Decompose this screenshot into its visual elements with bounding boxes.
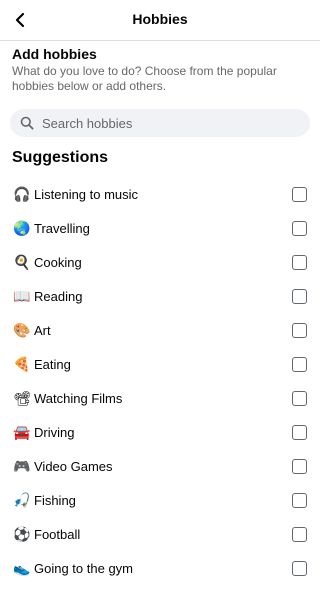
hobby-label: Art <box>34 322 51 338</box>
hobby-checkbox[interactable] <box>292 390 307 406</box>
hobby-label: Driving <box>34 424 75 440</box>
fishing-pole-icon: 🎣 <box>13 492 31 508</box>
hobby-item-travelling[interactable]: 🌏 Travelling <box>0 211 320 245</box>
hobby-item-video-games[interactable]: 🎮 Video Games <box>0 449 320 483</box>
hobby-label: Travelling <box>34 220 90 236</box>
film-projector-icon: 📽 <box>13 390 31 406</box>
hobby-item-football[interactable]: ⚽ Football <box>0 517 320 551</box>
hobby-checkbox[interactable] <box>292 424 307 440</box>
hobby-label: Cooking <box>34 254 82 270</box>
globe-icon: 🌏 <box>13 220 31 236</box>
hobby-item-listening-to-music[interactable]: 🎧 Listening to music <box>0 177 320 211</box>
hobby-checkbox[interactable] <box>292 356 307 372</box>
top-bar: Hobbies <box>0 0 320 41</box>
hobby-item-cooking[interactable]: 🍳 Cooking <box>0 245 320 279</box>
intro-subtitle: What do you love to do? Choose from the … <box>12 64 277 93</box>
hobby-item-eating[interactable]: 🍕 Eating <box>0 347 320 381</box>
hobby-label: Eating <box>34 356 71 372</box>
hobby-item-fishing[interactable]: 🎣 Fishing <box>0 483 320 517</box>
hobby-checkbox[interactable] <box>292 458 307 474</box>
frying-pan-icon: 🍳 <box>13 254 31 270</box>
hobby-item-art[interactable]: 🎨 Art <box>0 313 320 347</box>
hobby-checkbox[interactable] <box>292 492 307 508</box>
hobby-checkbox[interactable] <box>292 254 307 270</box>
hobby-checkbox[interactable] <box>292 288 307 304</box>
open-book-icon: 📖 <box>13 288 31 304</box>
pizza-icon: 🍕 <box>13 356 31 372</box>
hobby-label: Listening to music <box>34 186 139 202</box>
intro-title: Add hobbies <box>12 46 97 62</box>
hobby-item-driving[interactable]: 🚘 Driving <box>0 415 320 449</box>
search-bar[interactable] <box>10 109 310 137</box>
suggestions-list: 🎧 Listening to music 🌏 Travelling 🍳 Cook… <box>0 177 320 585</box>
search-input[interactable] <box>42 115 292 131</box>
palette-icon: 🎨 <box>13 322 31 338</box>
hobby-label: Watching Films <box>34 390 123 406</box>
hobby-label: Going to the gym <box>34 560 133 576</box>
hobby-checkbox[interactable] <box>292 560 307 576</box>
hobby-checkbox[interactable] <box>292 322 307 338</box>
intro-section: Add hobbies What do you love to do? Choo… <box>12 46 308 94</box>
hobby-item-reading[interactable]: 📖 Reading <box>0 279 320 313</box>
hobby-label: Fishing <box>34 492 76 508</box>
hobby-label: Video Games <box>34 458 113 474</box>
page-title: Hobbies <box>132 11 188 27</box>
hobby-item-watching-films[interactable]: 📽 Watching Films <box>0 381 320 415</box>
car-icon: 🚘 <box>13 424 31 440</box>
hobby-checkbox[interactable] <box>292 220 307 236</box>
hobby-label: Football <box>34 526 81 542</box>
search-icon <box>19 115 35 131</box>
hobby-checkbox[interactable] <box>292 186 307 202</box>
game-controller-icon: 🎮 <box>13 458 31 474</box>
soccer-ball-icon: ⚽ <box>13 526 31 542</box>
suggestions-heading: Suggestions <box>12 149 109 166</box>
hobby-label: Reading <box>34 288 83 304</box>
running-shoe-icon: 👟 <box>13 560 31 576</box>
hobby-checkbox[interactable] <box>292 526 307 542</box>
hobby-item-going-to-the-gym[interactable]: 👟 Going to the gym <box>0 551 320 585</box>
headphones-icon: 🎧 <box>13 186 31 202</box>
